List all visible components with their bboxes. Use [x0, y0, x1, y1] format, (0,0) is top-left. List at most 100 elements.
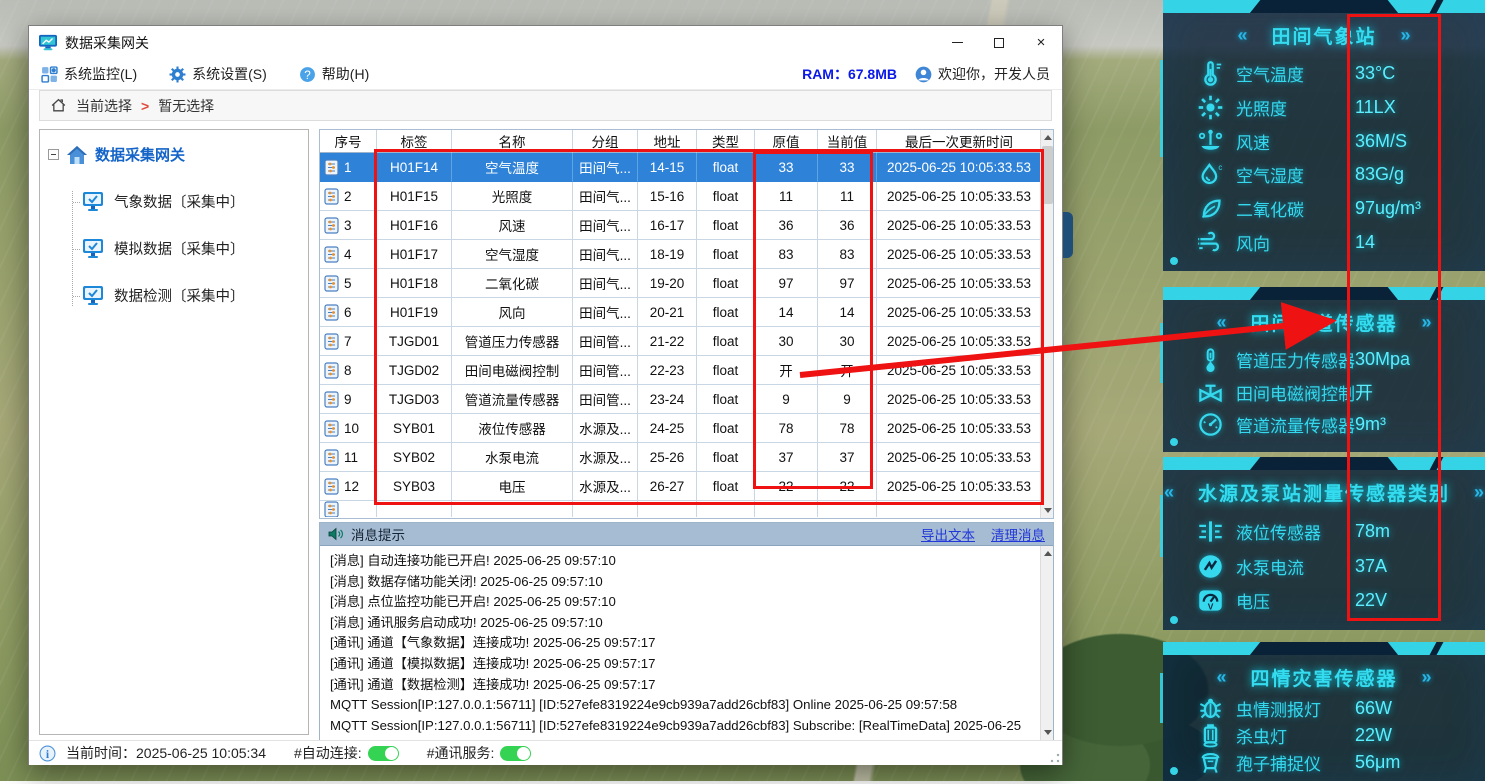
- point-icon: [324, 333, 339, 350]
- menu-help[interactable]: ? 帮助(H): [299, 64, 369, 84]
- table-cell: 97: [755, 269, 818, 298]
- table-cell: 田间管...: [573, 327, 638, 356]
- table-cell: 田间气...: [573, 240, 638, 269]
- table-header-cell[interactable]: 当前值: [818, 130, 877, 153]
- svg-text:?: ?: [304, 68, 311, 81]
- table-scrollbar[interactable]: [1040, 130, 1053, 518]
- panel-prev-icon[interactable]: «: [1216, 312, 1226, 333]
- panel-next-icon[interactable]: »: [1401, 25, 1411, 46]
- table-row[interactable]: 6H01F19风向田间气...20-21float14142025-06-25 …: [320, 298, 1042, 327]
- scroll-up-icon[interactable]: [1041, 130, 1054, 145]
- panel-next-icon[interactable]: »: [1474, 482, 1484, 503]
- point-icon: [324, 188, 339, 205]
- sensor-row: 水泵电流37A: [1163, 553, 1485, 580]
- scroll-down-icon[interactable]: [1041, 725, 1054, 740]
- panel-next-icon[interactable]: »: [1422, 312, 1432, 333]
- export-text-link[interactable]: 导出文本: [921, 524, 975, 544]
- table-row[interactable]: 8TJGD02田间电磁阀控制田间管...22-23float开开2025-06-…: [320, 356, 1042, 385]
- sensor-label: 光照度: [1236, 95, 1287, 120]
- table-header-cell[interactable]: 原值: [755, 130, 818, 153]
- table-row[interactable]: 5H01F18二氧化碳田间气...19-20float97972025-06-2…: [320, 269, 1042, 298]
- hud-panel: «四情灾害传感器»虫情测报灯66W杀虫灯22W孢子捕捉仪56μm: [1163, 642, 1485, 781]
- flyout-handle[interactable]: [1063, 212, 1073, 258]
- table-row[interactable]: 9TJGD03管道流量传感器田间管...23-24float992025-06-…: [320, 385, 1042, 414]
- menu-label: 系统设置(S): [192, 64, 267, 84]
- valve-icon: [1197, 379, 1224, 406]
- table-header-cell[interactable]: 标签: [377, 130, 452, 153]
- table-header-cell[interactable]: 序号: [320, 130, 377, 153]
- table-row[interactable]: 7TJGD01管道压力传感器田间管...21-22float30302025-0…: [320, 327, 1042, 356]
- gear-icon: [169, 66, 186, 83]
- anemometer-icon: [1197, 128, 1224, 155]
- table-cell: 6: [320, 298, 377, 327]
- table-row[interactable]: 1H01F14空气温度田间气...14-15float33332025-06-2…: [320, 153, 1042, 182]
- sensor-row: 风速36M/S: [1163, 128, 1485, 155]
- table-header-cell[interactable]: 分组: [573, 130, 638, 153]
- panel-prev-icon[interactable]: «: [1164, 482, 1174, 503]
- table-cell: 11: [818, 182, 877, 211]
- table-cell: 开: [755, 356, 818, 385]
- point-icon: [324, 159, 339, 176]
- sensor-row: 管道压力传感器30Mpa: [1163, 346, 1485, 373]
- table-header-cell[interactable]: 最后一次更新时间: [877, 130, 1042, 153]
- scroll-down-icon[interactable]: [1041, 503, 1054, 518]
- table-cell: 风向: [452, 298, 573, 327]
- table-cell: 7: [320, 327, 377, 356]
- menu-system-monitor[interactable]: 系统监控(L): [41, 64, 137, 84]
- sensor-row: 杀虫灯22W: [1163, 722, 1485, 749]
- hud-panel: «水源及泵站测量传感器类别»液位传感器78m水泵电流37AV电压22V: [1163, 457, 1485, 630]
- message-scrollbar[interactable]: [1040, 546, 1053, 740]
- table-cell: 8: [320, 356, 377, 385]
- spore-trap-icon: [1197, 749, 1224, 776]
- tree-item-detect[interactable]: 数据检测〔采集中〕: [81, 285, 300, 306]
- table-cell: 1: [320, 153, 377, 182]
- tree-item-analog[interactable]: 模拟数据〔采集中〕: [81, 238, 300, 259]
- message-line: [消息] 数据存储功能关闭! 2025-06-25 09:57:10: [330, 572, 1030, 593]
- scroll-up-icon[interactable]: [1041, 546, 1054, 561]
- table-row[interactable]: 3H01F16风速田间气...16-17float36362025-06-25 …: [320, 211, 1042, 240]
- menu-label: 系统监控(L): [64, 64, 137, 84]
- panel-next-icon[interactable]: »: [1422, 667, 1432, 688]
- message-panel-header: 消息提示 导出文本 清理消息: [320, 523, 1053, 546]
- table-row[interactable]: 4H01F17空气湿度田间气...18-19float83832025-06-2…: [320, 240, 1042, 269]
- table-header-cell[interactable]: 名称: [452, 130, 573, 153]
- point-icon: [324, 246, 339, 263]
- tree-root-node[interactable]: 数据采集网关: [48, 144, 300, 165]
- table-row[interactable]: 10SYB01液位传感器水源及...24-25float78782025-06-…: [320, 414, 1042, 443]
- table-cell: 2025-06-25 10:05:33.53: [877, 153, 1042, 182]
- table-cell: 22-23: [638, 356, 697, 385]
- scroll-thumb[interactable]: [1042, 146, 1053, 204]
- table-cell: 97: [818, 269, 877, 298]
- table-cell: 11: [320, 443, 377, 472]
- auto-connect-toggle[interactable]: [368, 746, 399, 761]
- resize-grip[interactable]: [1049, 752, 1061, 764]
- table-cell: 30: [818, 327, 877, 356]
- table-cell: float: [697, 298, 755, 327]
- tree-collapse-icon[interactable]: [48, 149, 59, 160]
- panel-top-decoration: [1163, 287, 1485, 300]
- table-header-cell[interactable]: 地址: [638, 130, 697, 153]
- comm-service-toggle[interactable]: [500, 746, 531, 761]
- table-row[interactable]: 2H01F15光照度田间气...15-16float11112025-06-25…: [320, 182, 1042, 211]
- table-row[interactable]: 12SYB03电压水源及...26-27float22222025-06-25 …: [320, 472, 1042, 501]
- tree-item-weather[interactable]: 气象数据〔采集中〕: [81, 191, 300, 212]
- panel-title: 田间气象站: [1271, 22, 1376, 49]
- panel-prev-icon[interactable]: «: [1216, 667, 1226, 688]
- points-table: 序号标签名称分组地址类型原值当前值最后一次更新时间1H01F14空气温度田间气.…: [320, 130, 1042, 517]
- table-row[interactable]: 11SYB02水泵电流水源及...25-26float37372025-06-2…: [320, 443, 1042, 472]
- table-cell: H01F14: [377, 153, 452, 182]
- minimize-button[interactable]: [936, 26, 978, 59]
- table-cell: 15-16: [638, 182, 697, 211]
- close-button[interactable]: ×: [1020, 26, 1062, 59]
- clear-messages-link[interactable]: 清理消息: [991, 524, 1045, 544]
- menu-system-settings[interactable]: 系统设置(S): [169, 64, 267, 84]
- panel-prev-icon[interactable]: «: [1237, 25, 1247, 46]
- table-cell: SYB01: [377, 414, 452, 443]
- sensor-label: 风速: [1236, 129, 1270, 154]
- maximize-button[interactable]: [978, 26, 1020, 59]
- channel-monitor-icon: [81, 285, 105, 306]
- table-cell: 2025-06-25 10:05:33.53: [877, 211, 1042, 240]
- humidity-icon: c: [1197, 161, 1224, 188]
- home-icon[interactable]: [50, 97, 67, 114]
- table-header-cell[interactable]: 类型: [697, 130, 755, 153]
